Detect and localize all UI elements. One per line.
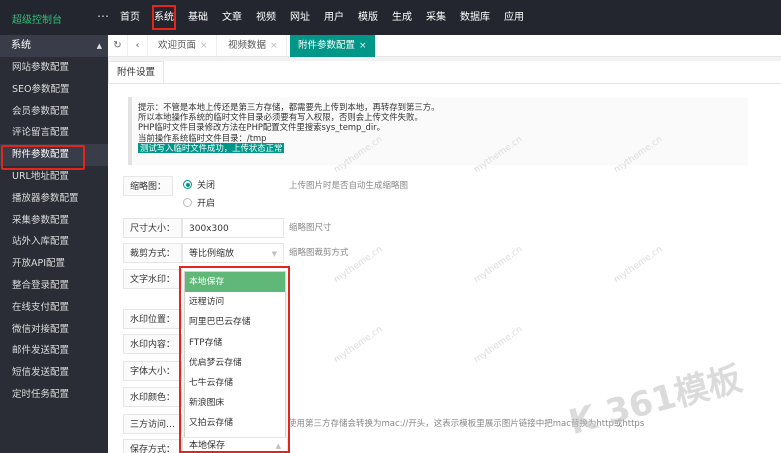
sidebar-item-payment-config[interactable]: 在线支付配置 xyxy=(0,297,108,319)
nav-apps[interactable]: 应用 xyxy=(497,0,531,35)
nav-database[interactable]: 数据库 xyxy=(453,0,497,35)
sidebar-item-import-config[interactable]: 站外入库配置 xyxy=(0,231,108,253)
tab-attachment-config[interactable]: 附件参数配置 × xyxy=(290,35,376,57)
sidebar-item-email-config[interactable]: 邮件发送配置 xyxy=(0,340,108,362)
divider xyxy=(108,83,781,84)
save-select[interactable]: 本地保存 ▲ xyxy=(182,437,288,453)
radio-unchecked-icon xyxy=(183,198,192,207)
thumb-label: 缩略图： xyxy=(123,176,174,196)
crop-label: 裁剪方式： xyxy=(123,243,183,263)
brand-title[interactable]: 超级控制台 xyxy=(12,11,62,26)
menu-toggle-icon[interactable]: ⋯ xyxy=(97,9,109,23)
save-label: 保存方式： xyxy=(123,439,183,453)
crop-hint: 缩略图裁剪方式 xyxy=(289,248,349,258)
wm-content-label: 水印内容： xyxy=(123,334,183,354)
sidebar-item-attachment-config[interactable]: 附件参数配置 xyxy=(0,144,108,170)
sidebar-item-api-config[interactable]: 开放API配置 xyxy=(0,253,108,275)
close-icon[interactable]: × xyxy=(359,41,367,51)
sidebar-header[interactable]: 系统 ▲ xyxy=(0,35,108,57)
crop-select[interactable]: 等比例缩放 ▼ xyxy=(182,243,284,263)
watermark-label: 文字水印： xyxy=(123,269,183,289)
tab-label: 欢迎页面 xyxy=(158,40,197,51)
option-qiniu[interactable]: 七牛云存储 xyxy=(185,373,285,393)
tip-line: PHP临时文件目录修改方法在PHP配置文件里搜索sys_temp_dir。 xyxy=(138,122,385,133)
radio-label: 关闭 xyxy=(197,181,216,191)
sidebar-item-url-config[interactable]: URL地址配置 xyxy=(0,166,108,188)
font-size-label: 字体大小： xyxy=(123,361,183,381)
storage-dropdown: 本地保存 远程访问 阿里巴巴云存储 FTP存储 优启梦云存储 七牛云存储 新浪图… xyxy=(184,271,286,439)
tab-attachment-settings[interactable]: 附件设置 xyxy=(108,61,165,83)
tab-bar: ↻ ‹ 欢迎页面 × 视频数据 × 附件参数配置 × xyxy=(108,35,781,57)
nav-template[interactable]: 模版 xyxy=(351,0,385,35)
nav-generate[interactable]: 生成 xyxy=(385,0,419,35)
tab-label: 视频数据 xyxy=(228,40,267,51)
option-ftp[interactable]: FTP存储 xyxy=(185,333,285,353)
top-nav: 首页 系统 基础 文章 视频 网址 用户 模版 生成 采集 数据库 应用 xyxy=(113,0,531,35)
chevron-down-icon: ▼ xyxy=(271,250,277,258)
size-input[interactable]: 300x300 xyxy=(182,218,284,238)
size-hint: 缩略图尺寸 xyxy=(289,223,332,233)
back-icon[interactable]: ‹ xyxy=(128,35,148,57)
crop-row: 裁剪方式： 等比例缩放 ▼ 缩略图裁剪方式 xyxy=(123,243,723,263)
tab-welcome[interactable]: 欢迎页面 × xyxy=(150,35,217,57)
nav-video[interactable]: 视频 xyxy=(249,0,283,35)
radio-checked-icon xyxy=(183,180,192,189)
wm-pos-label: 水印位置： xyxy=(123,309,183,329)
third-label: 三方访问… xyxy=(123,414,183,434)
option-upyun[interactable]: 又拍云存储 xyxy=(185,413,285,433)
size-row: 尺寸大小： 300x300 缩略图尺寸 xyxy=(123,218,723,238)
nav-system[interactable]: 系统 xyxy=(147,0,181,35)
nav-home[interactable]: 首页 xyxy=(113,0,147,35)
option-aliyun[interactable]: 阿里巴巴云存储 xyxy=(185,312,285,332)
nav-article[interactable]: 文章 xyxy=(215,0,249,35)
sidebar-item-member-config[interactable]: 会员参数配置 xyxy=(0,101,108,123)
top-bar: 超级控制台 ⋯ 首页 系统 基础 文章 视频 网址 用户 模版 生成 采集 数据… xyxy=(0,0,781,35)
radio-label: 开启 xyxy=(197,199,216,209)
option-local[interactable]: 本地保存 xyxy=(185,272,285,293)
sidebar: 系统 ▲ 网站参数配置 SEO参数配置 会员参数配置 评论留言配置 附件参数配置… xyxy=(0,35,108,453)
sidebar-item-seo-config[interactable]: SEO参数配置 xyxy=(0,79,108,101)
sidebar-item-wechat-config[interactable]: 微信对接配置 xyxy=(0,319,108,341)
nav-basic[interactable]: 基础 xyxy=(181,0,215,35)
nav-user[interactable]: 用户 xyxy=(317,0,351,35)
thumb-on-radio[interactable]: 开启 xyxy=(183,197,215,211)
tip-line: 提示：不管是本地上传还是第三方存储，都需要先上传到本地，再转存到第三方。 xyxy=(138,102,440,112)
sidebar-item-sms-config[interactable]: 短信发送配置 xyxy=(0,362,108,384)
close-icon[interactable]: × xyxy=(200,41,208,51)
nav-collect[interactable]: 采集 xyxy=(419,0,453,35)
wm-color-label: 水印颜色： xyxy=(123,387,183,407)
nav-website[interactable]: 网址 xyxy=(283,0,317,35)
thumb-off-radio[interactable]: 关闭 xyxy=(183,179,215,193)
third-hint: 使用第三方存储会转换为mac://开头，这表示模板里展示图片链接中把mac替换为… xyxy=(288,419,645,429)
sidebar-item-player-config[interactable]: 播放器参数配置 xyxy=(0,188,108,210)
status-badge: 测试写入临时文件成功，上传状态正常 xyxy=(138,142,285,153)
option-upyun-meng[interactable]: 优启梦云存储 xyxy=(185,353,285,373)
refresh-icon[interactable]: ↻ xyxy=(108,35,128,57)
size-label: 尺寸大小： xyxy=(123,218,183,238)
thumb-hint: 上传图片时是否自动生成缩略图 xyxy=(289,181,409,191)
sidebar-item-site-config[interactable]: 网站参数配置 xyxy=(0,57,108,79)
tip-box: 提示：不管是本地上传还是第三方存储，都需要先上传到本地，再转存到第三方。 所以本… xyxy=(128,97,748,165)
tab-label: 附件参数配置 xyxy=(298,40,356,51)
tip-line: 所以本地操作系统的临时文件目录必须要有写入权限，否则会上传文件失败。 xyxy=(138,112,423,123)
sidebar-item-collect-config[interactable]: 采集参数配置 xyxy=(0,210,108,232)
sidebar-item-login-config[interactable]: 整合登录配置 xyxy=(0,275,108,297)
crop-value: 等比例缩放 xyxy=(189,249,235,259)
sidebar-item-cron-config[interactable]: 定时任务配置 xyxy=(0,384,108,406)
sidebar-title: 系统 xyxy=(11,40,31,51)
option-remote[interactable]: 远程访问 xyxy=(185,292,285,312)
save-value: 本地保存 xyxy=(189,441,226,451)
option-sina[interactable]: 新浪图床 xyxy=(185,393,285,413)
close-icon[interactable]: × xyxy=(270,41,278,51)
chevron-up-icon: ▲ xyxy=(275,442,281,450)
caret-up-icon: ▲ xyxy=(96,42,102,50)
sidebar-item-comment-config[interactable]: 评论留言配置 xyxy=(0,122,108,144)
tip-line: 当前操作系统临时文件目录：/tmp xyxy=(138,132,267,143)
thumb-row: 缩略图： 关闭 开启 上传图片时是否自动生成缩略图 xyxy=(123,176,723,209)
tab-video-data[interactable]: 视频数据 × xyxy=(220,35,287,57)
